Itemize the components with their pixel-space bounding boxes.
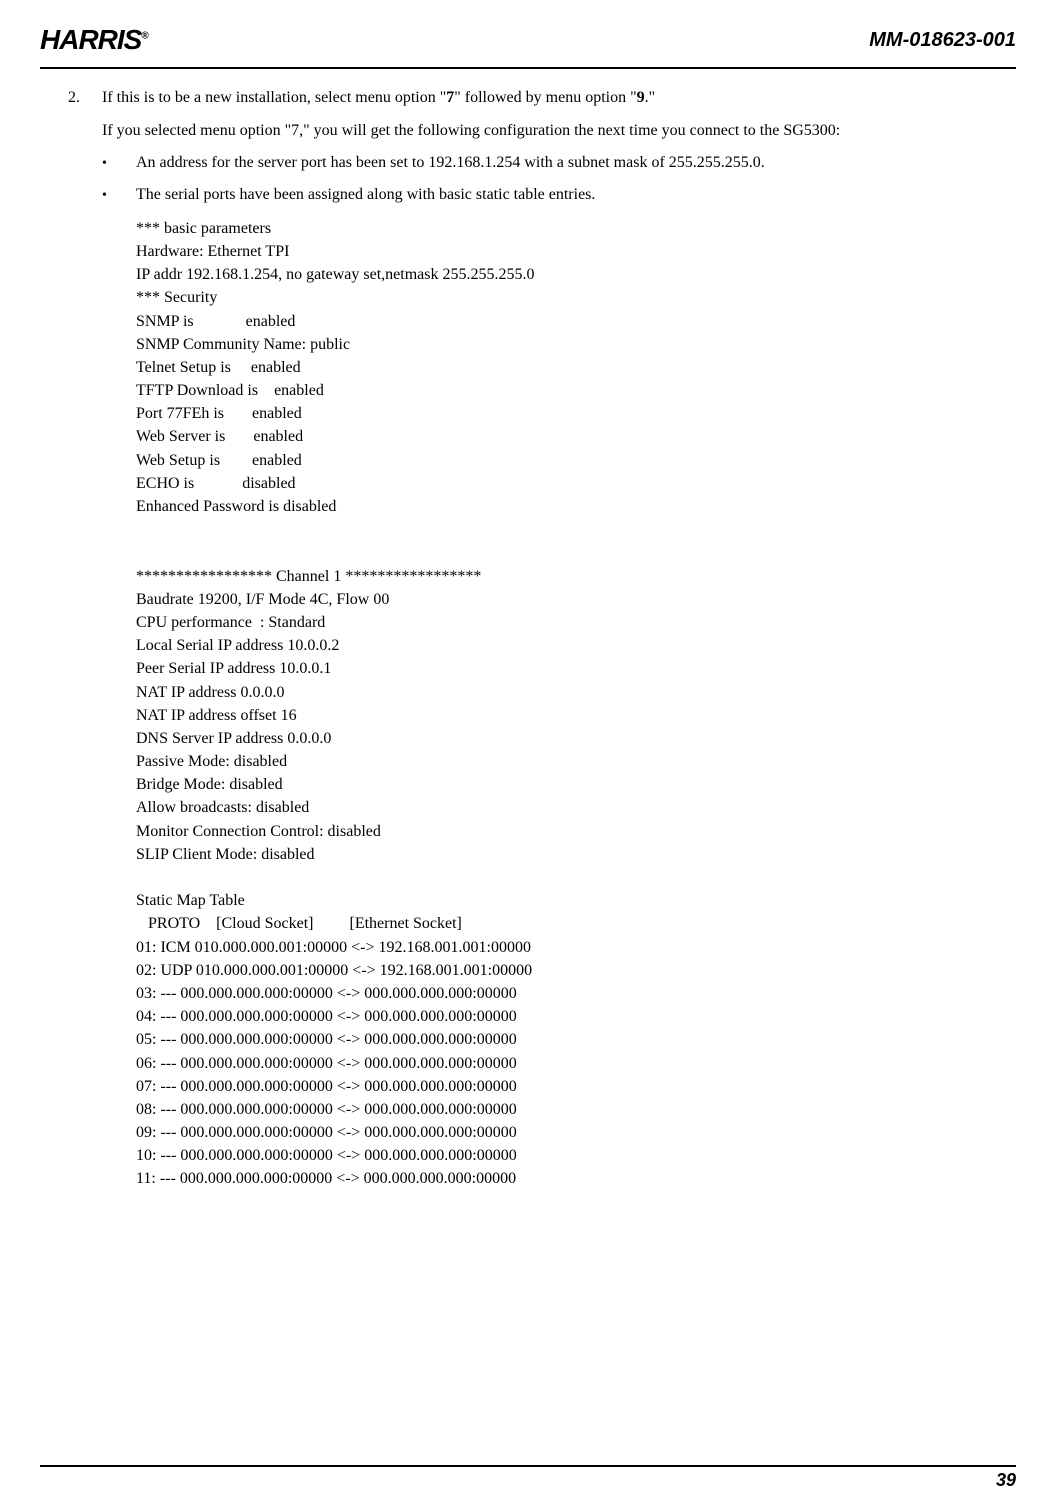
bullet-list: • An address for the server port has bee… xyxy=(102,152,1008,207)
step-number: 2. xyxy=(68,87,102,1190)
list-item: • An address for the server port has bee… xyxy=(102,152,1008,174)
footer-divider xyxy=(40,1465,1016,1467)
page-content: 2. If this is to be a new installation, … xyxy=(40,87,1016,1190)
header-divider xyxy=(40,67,1016,69)
bullet-text: An address for the server port has been … xyxy=(136,152,765,174)
page-header: HARRIS® MM-018623-001 xyxy=(40,20,1016,67)
step-body: If this is to be a new installation, sel… xyxy=(102,87,1008,1190)
menu-option-9: 9 xyxy=(637,89,645,106)
bullet-icon: • xyxy=(102,152,136,174)
page-number: 39 xyxy=(996,1468,1016,1493)
step-item: 2. If this is to be a new installation, … xyxy=(68,87,1008,1190)
step-paragraph: If you selected menu option "7," you wil… xyxy=(102,120,1008,142)
document-id: MM-018623-001 xyxy=(869,26,1016,54)
brand-logo: HARRIS® xyxy=(40,20,148,59)
bullet-text: The serial ports have been assigned alon… xyxy=(136,184,595,206)
configuration-output: *** basic parameters Hardware: Ethernet … xyxy=(136,217,1008,1191)
step-intro: If this is to be a new installation, sel… xyxy=(102,87,1008,109)
bullet-icon: • xyxy=(102,184,136,206)
registered-mark: ® xyxy=(141,31,147,42)
logo-text: HARRIS xyxy=(40,24,141,55)
list-item: • The serial ports have been assigned al… xyxy=(102,184,1008,206)
